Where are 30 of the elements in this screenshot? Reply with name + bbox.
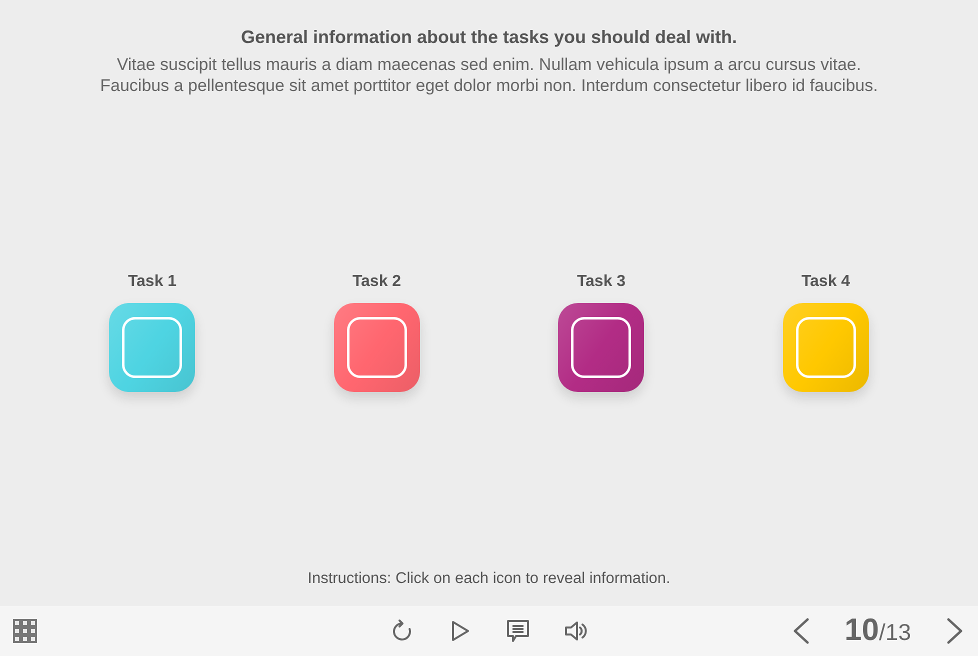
- previous-button[interactable]: [792, 618, 809, 644]
- rounded-square-outline-icon: [796, 317, 856, 378]
- replay-icon: [390, 619, 414, 643]
- grid-menu-icon: [13, 619, 37, 643]
- replay-button[interactable]: [390, 619, 414, 643]
- current-page-number: 10: [844, 613, 880, 647]
- speaker-icon: [564, 619, 588, 643]
- menu-button[interactable]: [13, 619, 37, 643]
- rounded-square-outline-icon: [122, 317, 182, 378]
- audio-button[interactable]: [564, 619, 588, 643]
- description-line: Vitae suscipit tellus mauris a diam maecenas sed enim. Nullam vehicula ipsum a arcu cursus vitae.: [116, 54, 862, 75]
- instructions-text: Instructions: Click on each icon to reveal information.: [308, 569, 670, 589]
- next-button[interactable]: [947, 618, 963, 644]
- task-label: Task 3: [576, 272, 626, 292]
- chevron-right-icon: [947, 618, 963, 644]
- captions-button[interactable]: [506, 619, 530, 643]
- task-label: Task 1: [128, 272, 177, 292]
- task-label: Task 4: [801, 272, 850, 292]
- task-tile-button[interactable]: [109, 303, 196, 392]
- task-tile-button[interactable]: [334, 303, 420, 392]
- chevron-left-icon: [792, 618, 809, 644]
- task-tile-button[interactable]: [558, 303, 644, 392]
- task-label: Task 2: [352, 272, 402, 292]
- speech-bubble-icon: [506, 619, 530, 643]
- heading: General information about the tasks you should deal with.: [240, 26, 738, 48]
- description-line: Faucibus a pellentesque sit amet porttitor eget dolor morbi non. Interdum consectetur libero id faucibus.: [100, 75, 878, 96]
- total-pages-number: /13: [879, 618, 911, 647]
- rounded-square-outline-icon: [571, 317, 632, 378]
- rounded-square-outline-icon: [346, 317, 407, 378]
- task-tile-button[interactable]: [782, 303, 869, 392]
